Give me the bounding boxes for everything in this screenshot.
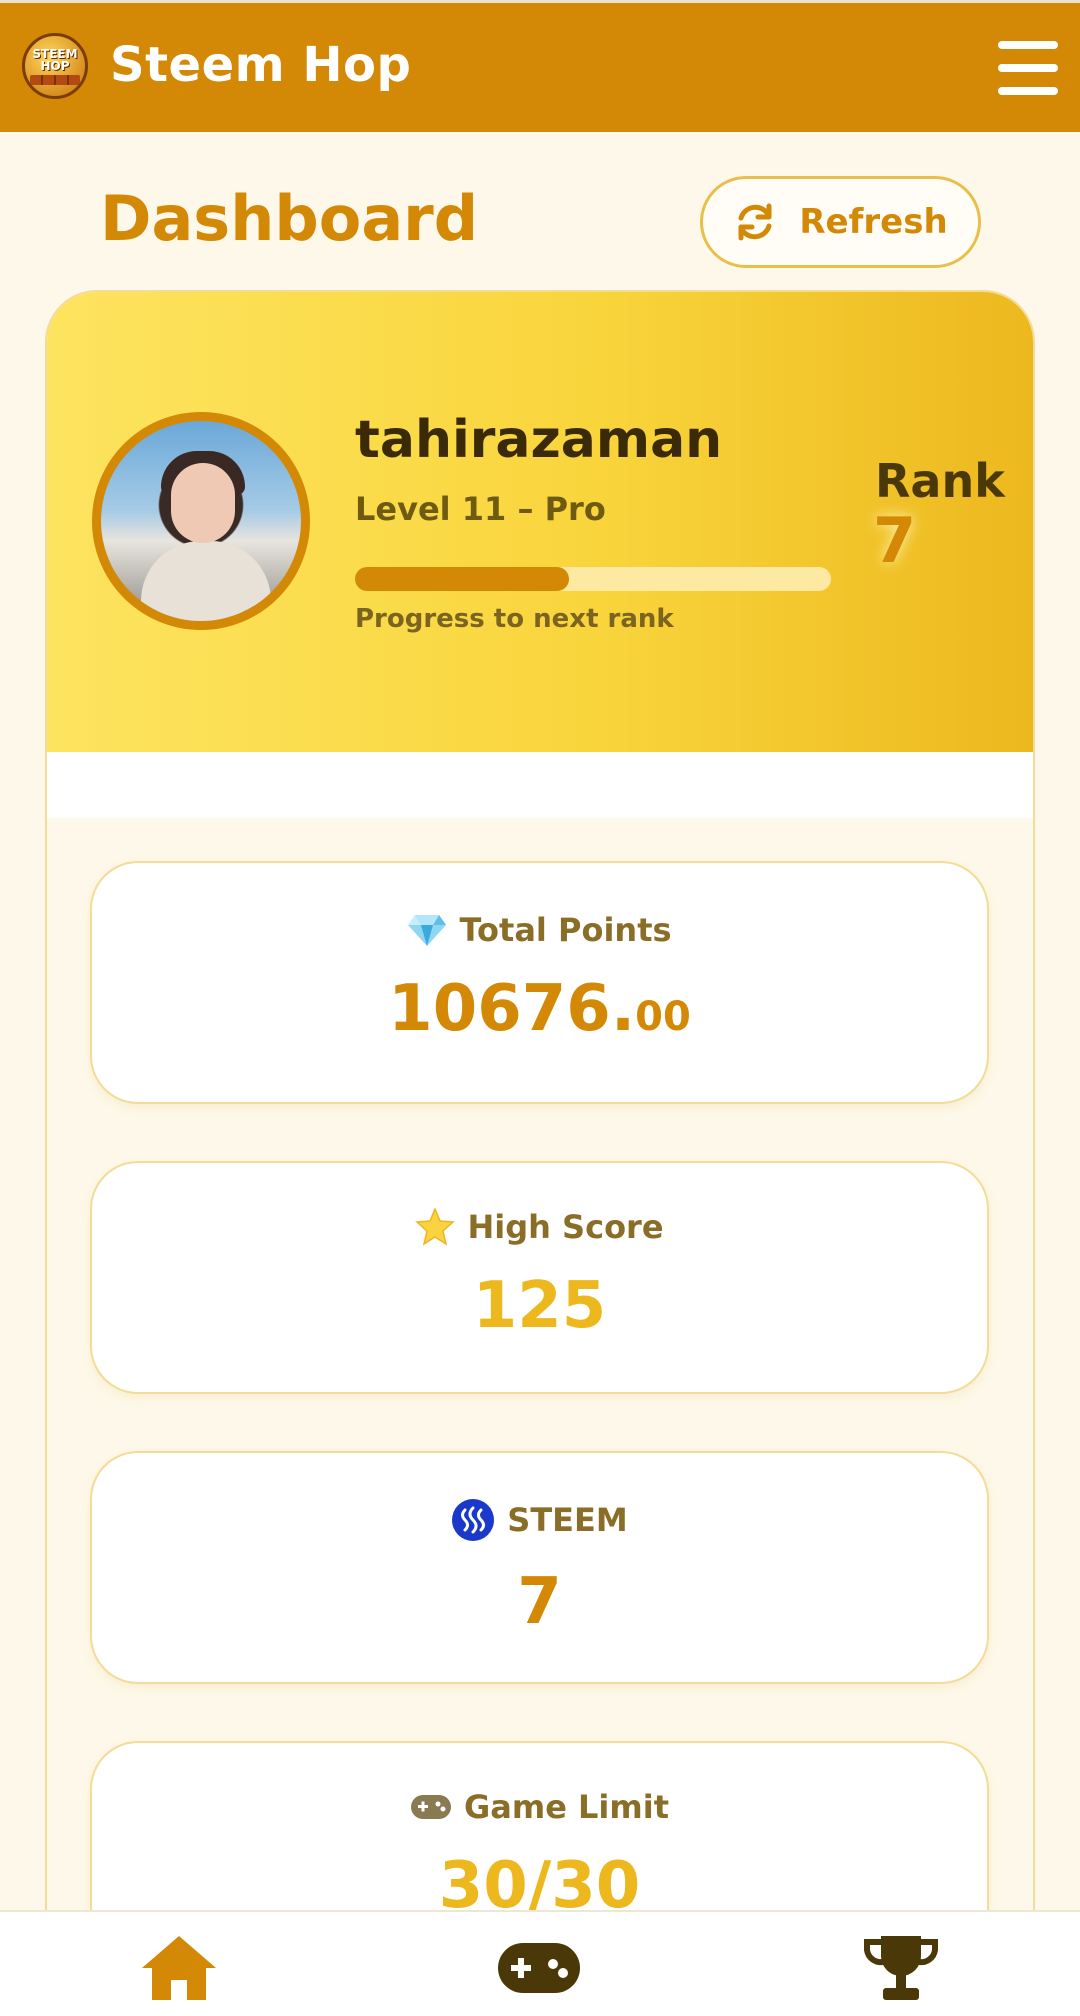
username: tahirazaman	[355, 410, 723, 470]
progress-label: Progress to next rank	[355, 604, 674, 634]
total-points-card: Total Points 10676.00	[90, 861, 989, 1104]
refresh-label: Refresh	[799, 202, 948, 242]
gamepad-icon	[410, 1795, 451, 1819]
nav-home-button[interactable]	[134, 1930, 224, 2006]
avatar[interactable]	[92, 412, 310, 630]
app-root: STEEM HOP Steem Hop Dashboard Refresh tah…	[0, 0, 1080, 2016]
trophy-icon	[864, 1936, 938, 2000]
banner-divider	[47, 752, 1033, 818]
rank-value: 7	[873, 504, 917, 577]
rank-progress-bar	[355, 567, 831, 591]
app-logo[interactable]: STEEM HOP	[22, 33, 88, 99]
total-points-value: 10676.00	[388, 977, 691, 1049]
total-points-dec: 00	[635, 994, 691, 1040]
top-bar: STEEM HOP Steem Hop	[0, 0, 1080, 132]
star-icon	[415, 1208, 456, 1246]
high-score-value: 125	[472, 1269, 607, 1343]
steem-value: 7	[517, 1565, 562, 1639]
home-icon	[142, 1936, 216, 2000]
total-points-int: 10676.	[388, 972, 636, 1046]
rank-label: Rank	[875, 454, 1005, 508]
high-score-card: High Score 125	[90, 1161, 989, 1394]
page-title: Dashboard	[100, 182, 479, 255]
steem-card: STEEM 7	[90, 1451, 989, 1684]
total-points-label: Total Points	[459, 911, 672, 949]
menu-icon[interactable]	[998, 41, 1058, 95]
high-score-label: High Score	[467, 1208, 664, 1246]
app-title[interactable]: Steem Hop	[110, 37, 411, 93]
game-limit-value: 30/30	[438, 1849, 641, 1923]
rank-progress-fill	[355, 567, 570, 591]
nav-game-button[interactable]	[494, 1930, 584, 2006]
refresh-icon	[738, 203, 772, 241]
gem-icon	[408, 915, 447, 946]
steem-icon	[452, 1499, 495, 1541]
bottom-nav	[0, 1910, 1080, 2016]
steem-label: STEEM	[507, 1501, 628, 1539]
profile-banner: tahirazaman Level 11 – Pro Progress to n…	[47, 292, 1033, 752]
nav-leaderboard-button[interactable]	[856, 1930, 946, 2006]
gamepad-icon	[498, 1943, 580, 1993]
refresh-button[interactable]: Refresh	[700, 176, 981, 268]
game-limit-label: Game Limit	[463, 1788, 669, 1826]
user-level: Level 11 – Pro	[355, 490, 606, 528]
